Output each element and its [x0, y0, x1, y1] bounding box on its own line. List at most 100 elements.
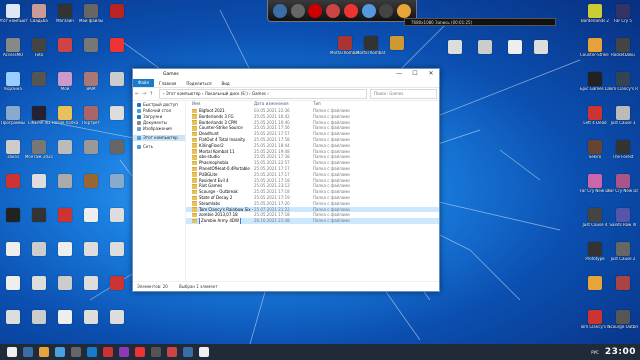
desktop-icon[interactable]: Sekiro: [580, 140, 610, 160]
dock-app-icon[interactable]: [379, 3, 394, 18]
desktop-icon-label: The Forest: [612, 155, 634, 159]
tab-file[interactable]: Файл: [133, 79, 155, 87]
desktop-icon[interactable]: The Forest: [608, 140, 638, 160]
taskbar-app-icon[interactable]: [23, 347, 33, 357]
clock[interactable]: 23:00: [605, 347, 636, 357]
desktop-icon[interactable]: Tom Clancy's Rainbow Six: [608, 72, 638, 92]
language-indicator[interactable]: РУС: [591, 350, 599, 355]
desktop-icon[interactable]: Far Cry 5: [608, 4, 638, 24]
explorer-window[interactable]: Games — ☐ ✕ Файл Главная Поделиться Вид …: [132, 68, 440, 292]
taskbar-app-icon[interactable]: [119, 347, 129, 357]
desktop-icon[interactable]: [102, 4, 132, 19]
desktop-icon[interactable]: Far Cry New Dawn: [608, 174, 638, 194]
desktop-icon[interactable]: [102, 276, 132, 291]
app-icon: [6, 276, 20, 290]
taskbar-app-icon[interactable]: [55, 347, 65, 357]
column-type[interactable]: Тип: [313, 100, 368, 108]
nav-item[interactable]: Сеть: [133, 144, 185, 150]
back-arrow-icon[interactable]: ←: [135, 91, 142, 97]
desktop-icon[interactable]: [580, 276, 610, 291]
desktop-icon[interactable]: [102, 72, 132, 87]
file-row[interactable]: Zombie Army 4DW 26.10.2021 21:48 Папка с ф…: [186, 218, 439, 224]
taskbar-app-icon[interactable]: [151, 347, 161, 357]
dock-app-icon[interactable]: [308, 3, 323, 18]
folder-icon: [192, 184, 197, 189]
app-icon: [110, 242, 124, 256]
desktop-icon[interactable]: [102, 106, 132, 121]
up-arrow-icon[interactable]: ↑: [149, 91, 156, 97]
desktop-icon-label: Scourge Outbreak: [608, 325, 638, 329]
tab-view[interactable]: Вид: [216, 81, 234, 86]
desktop-icon[interactable]: Just Cause 3: [608, 106, 638, 126]
column-date[interactable]: Дата изменения: [254, 100, 313, 108]
desktop-icon[interactable]: [102, 174, 132, 189]
maximize-button[interactable]: ☐: [407, 69, 423, 79]
app-icon: [6, 4, 20, 18]
dock-app-icon[interactable]: [326, 3, 341, 18]
recording-overlay: 7680x1080 Запись (00:01:25): [404, 18, 556, 26]
desktop-icon[interactable]: [102, 208, 132, 223]
taskbar-app-icon[interactable]: [183, 347, 193, 357]
forward-arrow-icon[interactable]: →: [142, 91, 149, 97]
tab-home[interactable]: Главная: [154, 81, 181, 86]
app-icon: [616, 174, 630, 188]
desktop-icon[interactable]: Prototype: [580, 242, 610, 262]
title-bar[interactable]: Games — ☐ ✕: [133, 69, 439, 79]
taskbar-app-icon[interactable]: [167, 347, 177, 357]
desktop-icon-label: Foto: [34, 53, 44, 57]
desktop-icon[interactable]: Saints Row IV: [608, 208, 638, 228]
dock-app-icon[interactable]: [343, 3, 358, 18]
app-icon: [616, 242, 630, 256]
desktop-icon[interactable]: [440, 40, 470, 55]
desktop-icon-label: Left 4 Dead: [583, 121, 607, 125]
desktop-icon[interactable]: Counter-Strike Global Off...: [580, 38, 610, 58]
desktop-icon[interactable]: RocketDoku: [608, 38, 638, 58]
desktop-icon[interactable]: Borderlands 2: [580, 4, 610, 24]
taskbar-app-icon[interactable]: [87, 347, 97, 357]
taskbar-app-icon[interactable]: [39, 347, 49, 357]
status-bar: Элементов: 20 Выбран 1 элемент: [133, 281, 439, 291]
app-icon: [110, 310, 124, 324]
desktop-icon[interactable]: Left 4 Dead: [580, 106, 610, 126]
taskbar-app-icon[interactable]: [103, 347, 113, 357]
minimize-button[interactable]: —: [391, 69, 407, 79]
folder-icon: [192, 108, 197, 114]
taskbar-app-icon[interactable]: [135, 347, 145, 357]
desktop-icon[interactable]: Just Cause 2: [608, 242, 638, 262]
desktop-icon[interactable]: [470, 40, 500, 55]
taskbar-app-icon[interactable]: [199, 347, 209, 357]
nav-item-label: Этот компьютер: [143, 135, 178, 140]
desktop-icon[interactable]: [382, 36, 412, 51]
desktop-icon[interactable]: [102, 242, 132, 257]
close-button[interactable]: ✕: [423, 69, 439, 79]
desktop-icon[interactable]: [102, 38, 132, 53]
desktop-icon[interactable]: [102, 140, 132, 155]
app-icon: [338, 36, 352, 50]
desktop-icon[interactable]: Epic Games Launcher: [580, 72, 610, 92]
dock-app-icon[interactable]: [397, 3, 412, 18]
desktop-icon[interactable]: [608, 276, 638, 291]
desktop-icon[interactable]: [526, 40, 556, 55]
address-path[interactable]: › Этот компьютер › Локальный диск (E:) ›…: [159, 89, 367, 99]
desktop-icon-label: Tom Clancy's Rainbow Six: [608, 87, 638, 91]
column-name[interactable]: Имя: [186, 100, 254, 108]
nav-item[interactable]: Изображения: [133, 126, 185, 132]
nav-item[interactable]: Этот компьютер: [133, 135, 185, 141]
app-icon: [616, 72, 630, 86]
taskbar-app-icon[interactable]: [71, 347, 81, 357]
desktop-icon[interactable]: Far Cry New Dawn: [580, 174, 610, 194]
app-icon: [32, 140, 46, 154]
nav-folder-icon: [137, 109, 141, 113]
taskbar-app-icon[interactable]: [7, 347, 17, 357]
desktop-icon-label: Just Cause 4: [582, 223, 608, 227]
dock-app-icon[interactable]: [361, 3, 376, 18]
dock-app-icon[interactable]: [272, 3, 287, 18]
search-input[interactable]: Поиск: Games: [370, 89, 437, 99]
desktop-icon[interactable]: Scourge Outbreak: [608, 310, 638, 330]
desktop-icon[interactable]: Tom Clancy's Rainbow Six: [580, 310, 610, 330]
dock-app-icon[interactable]: [290, 3, 305, 18]
desktop-icon[interactable]: Just Cause 4: [580, 208, 610, 228]
desktop-icon[interactable]: [102, 310, 132, 325]
desktop-icon-label: Prototype: [585, 257, 605, 261]
tab-share[interactable]: Поделиться: [181, 81, 216, 86]
